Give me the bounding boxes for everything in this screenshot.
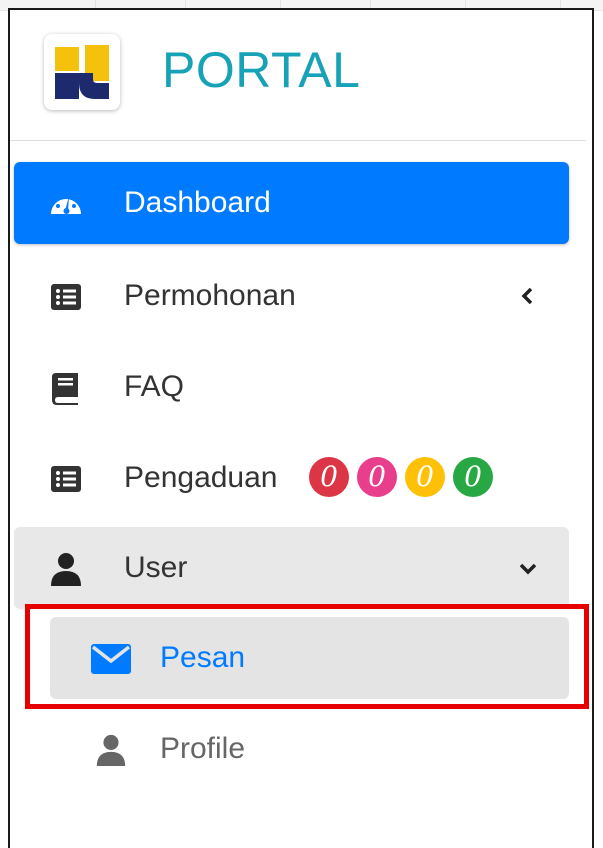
nav-label-pengaduan: Pengaduan: [124, 461, 278, 494]
pengaduan-badges: 0000: [309, 457, 501, 499]
chevron-left-icon: [521, 287, 533, 305]
badge-red: 0: [309, 457, 349, 497]
highlight-annotation-box: [25, 604, 589, 709]
book-icon: [52, 373, 78, 405]
nav-item-permohonan[interactable]: Permohonan: [14, 255, 569, 337]
pupr-logo-icon: [44, 34, 120, 110]
badge-pink: 0: [357, 457, 397, 497]
nav-item-faq[interactable]: FAQ: [14, 346, 569, 428]
nav-item-pengaduan[interactable]: Pengaduan 0000: [14, 437, 569, 519]
list-alt-icon: [51, 284, 81, 310]
badge-green: 0: [453, 457, 493, 497]
nav-label-user: User: [124, 551, 188, 584]
nav-label-dashboard: Dashboard: [124, 186, 271, 219]
submenu-item-profile[interactable]: Profile: [50, 708, 569, 790]
badge-yellow: 0: [405, 457, 445, 497]
user-icon: [51, 553, 81, 586]
submenu-label-profile: Profile: [160, 732, 246, 765]
nav-item-user[interactable]: User: [14, 527, 569, 609]
nav-label-faq: FAQ: [124, 370, 185, 403]
brand-header[interactable]: PORTAL: [10, 10, 586, 141]
chevron-down-icon: [519, 563, 537, 575]
nav-item-dashboard[interactable]: Dashboard: [14, 162, 569, 244]
brand-title: PORTAL: [162, 42, 361, 98]
nav-label-permohonan: Permohonan: [124, 279, 296, 312]
user-icon: [96, 734, 126, 767]
list-alt-icon: [51, 466, 81, 492]
tachometer-icon: [51, 196, 81, 214]
